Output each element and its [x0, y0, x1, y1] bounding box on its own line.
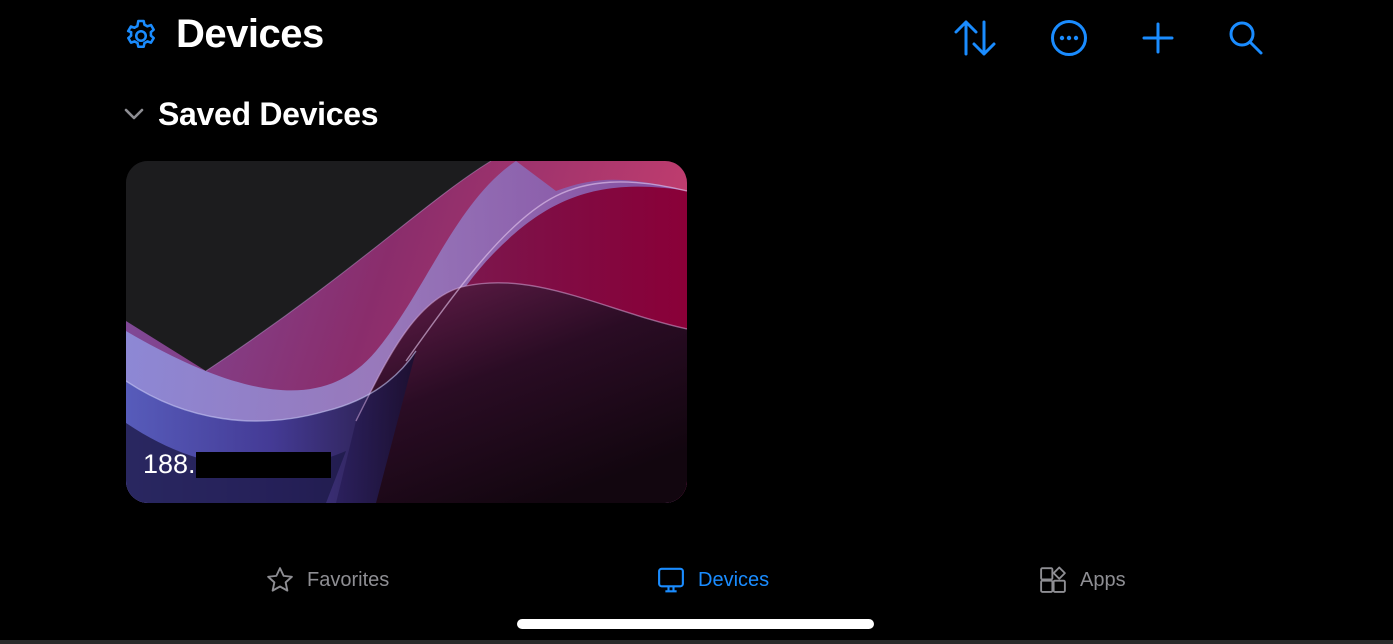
- home-indicator[interactable]: [517, 619, 874, 629]
- more-button[interactable]: [1047, 16, 1091, 60]
- device-card[interactable]: 188.: [126, 161, 687, 503]
- device-name-text: 188.: [143, 449, 196, 479]
- header: Devices: [0, 0, 1393, 76]
- plus-icon: [1142, 22, 1174, 54]
- monitor-icon: [658, 567, 684, 593]
- tab-apps[interactable]: Apps: [1038, 565, 1126, 595]
- arrow-up-down-icon: [954, 20, 996, 56]
- sort-button[interactable]: [953, 16, 997, 60]
- star-icon: [267, 567, 293, 592]
- tab-favorites[interactable]: Favorites: [265, 565, 389, 595]
- tab-label: Devices: [698, 568, 770, 591]
- tab-label: Favorites: [307, 568, 390, 591]
- tab-devices[interactable]: Devices: [656, 565, 769, 595]
- gear-icon[interactable]: [122, 17, 160, 55]
- search-button[interactable]: [1224, 16, 1268, 60]
- page-title: Devices: [176, 12, 324, 56]
- tab-label: Apps: [1080, 568, 1126, 591]
- saved-devices-section-header[interactable]: Saved Devices: [122, 92, 379, 136]
- bottom-edge: [0, 640, 1393, 644]
- chevron-down-icon: [124, 108, 144, 120]
- device-name: 188.: [143, 449, 331, 480]
- section-title: Saved Devices: [158, 95, 379, 132]
- redacted-block: [195, 451, 331, 478]
- tab-bar: Favorites Devices Apps: [0, 555, 1393, 607]
- apps-icon: [1040, 566, 1066, 593]
- ellipsis-circle-icon: [1051, 20, 1087, 56]
- add-button[interactable]: [1136, 16, 1180, 60]
- magnifier-icon: [1229, 21, 1263, 55]
